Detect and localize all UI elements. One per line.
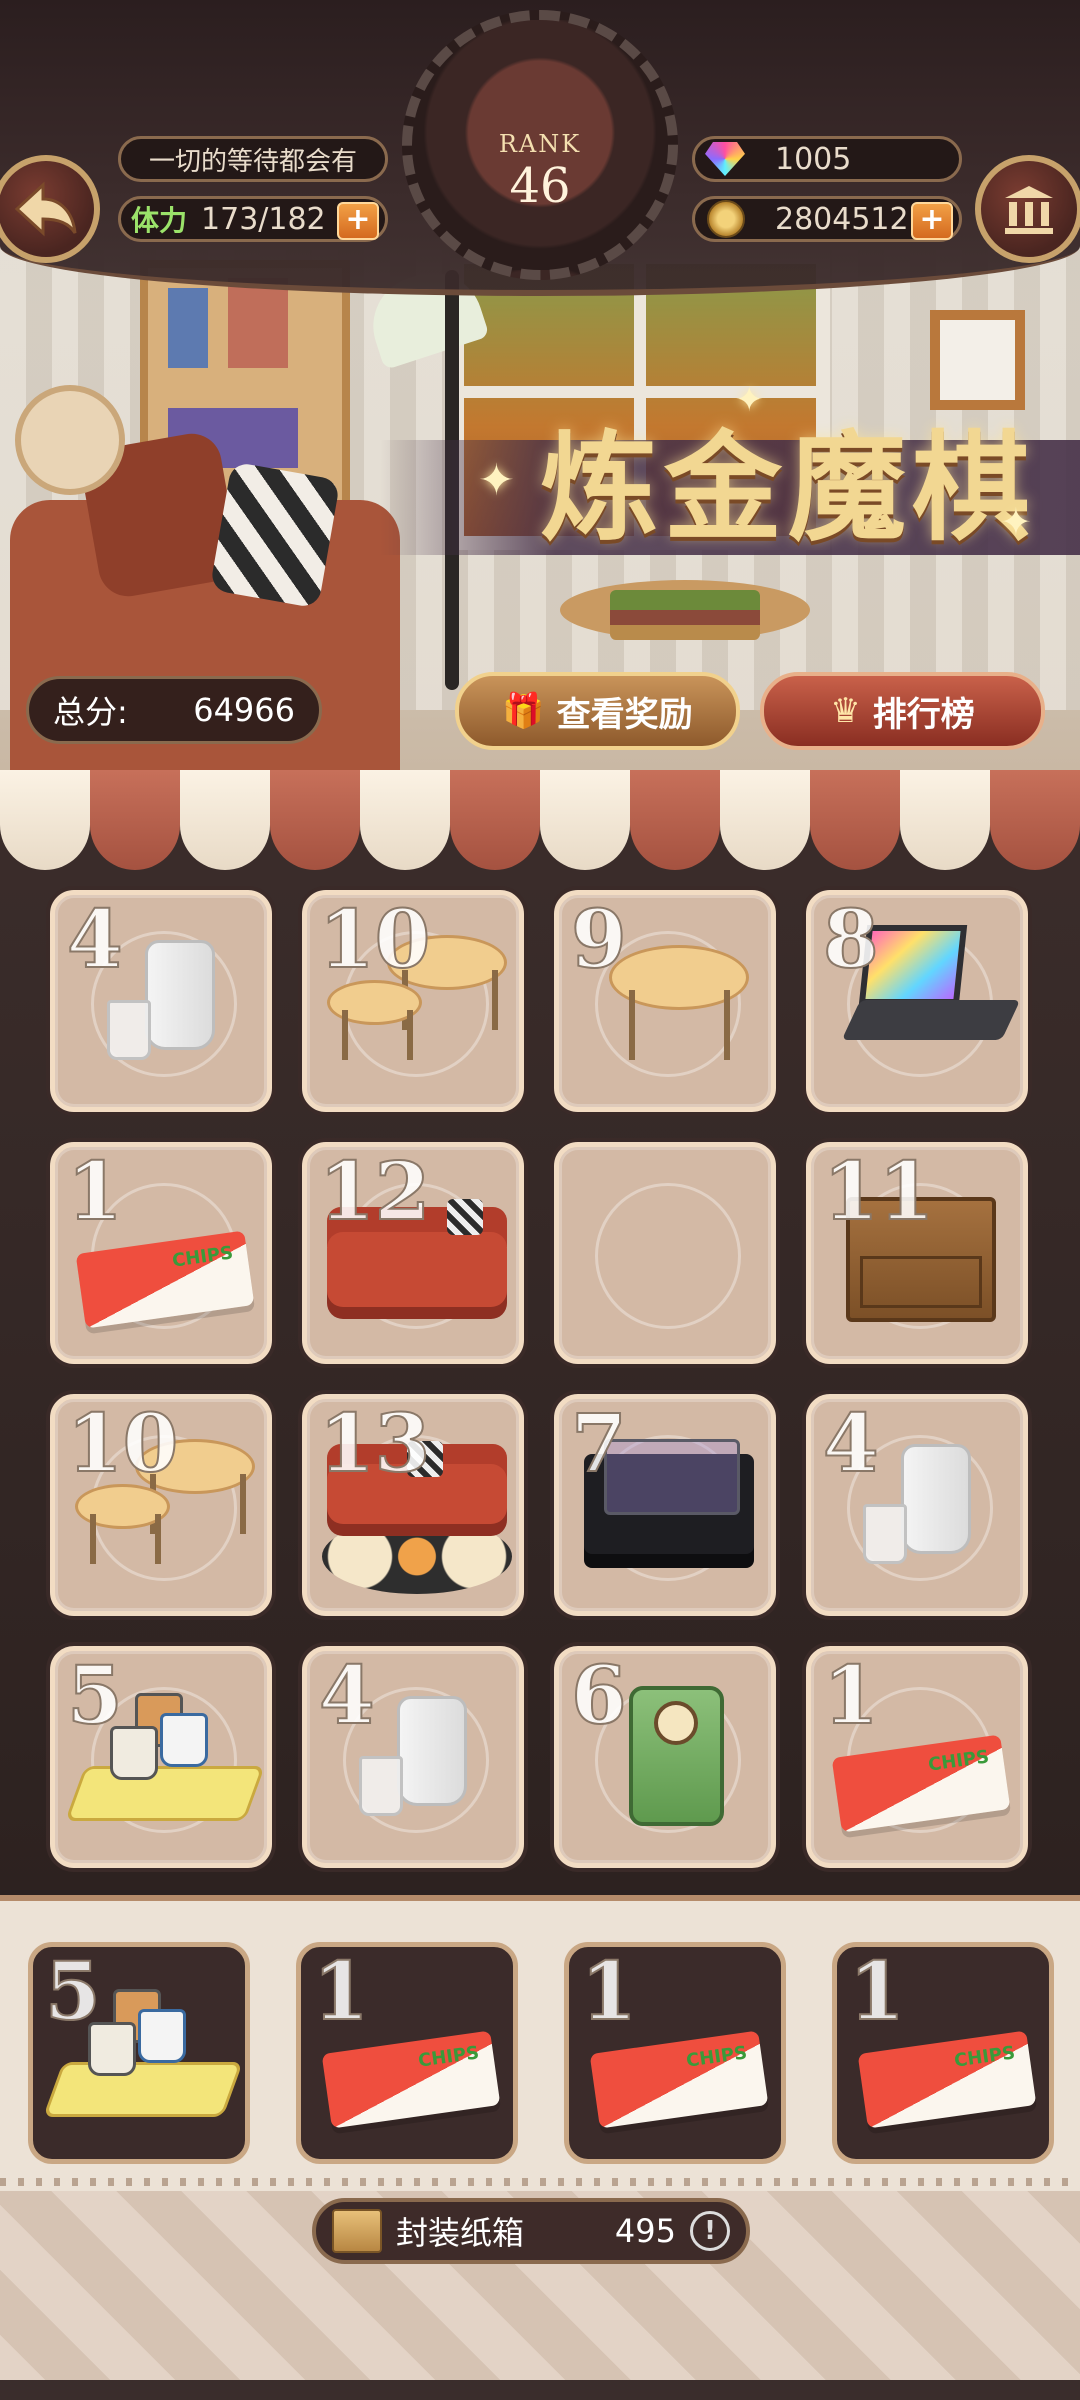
bank-icon (1005, 186, 1053, 234)
board-cell-wooden-cabinet[interactable]: 11 (806, 1142, 1028, 1364)
chips-text: CHIPS (416, 2042, 481, 2072)
cardboard-box-icon (332, 2209, 382, 2253)
board-cell-red-sofa[interactable]: 12 (302, 1142, 524, 1364)
tray-slot-chips-bag[interactable]: CHIPS 1 (296, 1942, 518, 2164)
total-score: 总分: 64966 (26, 676, 322, 744)
tray-slot-mug-tray[interactable]: 5 (28, 1942, 250, 2164)
glass-art (359, 1756, 403, 1816)
game-title: 炼金魔棋 (540, 418, 1037, 557)
divider (0, 2178, 1080, 2186)
gift-icon: 🎁 (502, 691, 545, 731)
bank-button[interactable] (975, 155, 1080, 263)
book-stack (610, 590, 760, 640)
chips-text: CHIPS (684, 2042, 749, 2072)
awning (0, 770, 1080, 870)
chips-text: CHIPS (952, 2042, 1017, 2072)
board-cell-laptop[interactable]: 8 (806, 890, 1028, 1112)
info-icon[interactable]: ! (690, 2211, 730, 2251)
gem-counter: 1005 (692, 136, 962, 182)
horn-ornament (15, 385, 125, 495)
item-level: 6 (570, 1648, 628, 1742)
back-arrow-icon (14, 181, 77, 237)
item-level: 11 (822, 1144, 935, 1238)
tray-slot-chips-bag[interactable]: CHIPS 1 (832, 1942, 1054, 2164)
item-level: 1 (312, 1944, 370, 2038)
glass-art (107, 1000, 151, 1060)
glass-art (863, 1504, 907, 1564)
pitcher-art (901, 1444, 971, 1554)
motto-text: 一切的等待都会有 (148, 146, 357, 177)
item-level: 10 (66, 1396, 179, 1490)
item-level: 1 (848, 1944, 906, 2038)
stamina-counter: 体力 173/182 + (118, 196, 388, 242)
rank-label: RANK (498, 130, 582, 158)
coin-icon (707, 200, 745, 238)
board-cell-coffee-machine[interactable]: 6 (554, 1646, 776, 1868)
item-level: 5 (44, 1944, 102, 2038)
item-level: 4 (318, 1648, 376, 1742)
sparkle-icon: ✦ (478, 455, 515, 506)
leaderboard-button[interactable]: ♛ 排行榜 (760, 672, 1045, 750)
item-level: 12 (318, 1144, 431, 1238)
view-rewards-button[interactable]: 🎁 查看奖励 (455, 672, 740, 750)
stamina-value: 173/182 (201, 201, 326, 237)
item-level: 4 (822, 1396, 880, 1490)
board-cell-nesting-tables[interactable]: 10 (302, 890, 524, 1112)
gold-counter: 2804512 + (692, 196, 962, 242)
packing-box-counter[interactable]: 封装纸箱 495 ! (312, 2198, 750, 2264)
motto-banner: 一切的等待都会有 (118, 136, 388, 182)
stamina-label: 体力 (131, 204, 188, 237)
add-stamina-button[interactable]: + (337, 202, 379, 240)
leaderboard-label: 排行榜 (872, 694, 975, 735)
board-cell-mug-tray[interactable]: 5 (50, 1646, 272, 1868)
item-level: 5 (66, 1648, 124, 1742)
tray-slot-chips-bag[interactable]: CHIPS 1 (564, 1942, 786, 2164)
item-level: 4 (66, 892, 124, 986)
sparkle-icon: ✦ (1000, 500, 1032, 544)
item-level: 9 (570, 892, 628, 986)
box-count: 495 (614, 2212, 676, 2250)
bottom-edge (0, 2380, 1080, 2400)
gem-icon (705, 142, 745, 176)
top-bar: RANK 46 一切的等待都会有 体力 173/182 + 1005 28045… (0, 0, 1080, 300)
board-cell-side-table[interactable]: 9 (554, 890, 776, 1112)
item-level: 8 (822, 892, 880, 986)
item-level: 1 (822, 1648, 880, 1742)
board-cell-water-pitcher[interactable]: 4 (806, 1394, 1028, 1616)
score-value: 64966 (193, 691, 295, 729)
pitcher-art (145, 940, 215, 1050)
checkered-pillow (209, 461, 341, 609)
board-cell-chips-bag[interactable]: CHIPS 1 (806, 1646, 1028, 1868)
sparkle-icon: ✦ (735, 380, 764, 420)
board-cell-chips-bag[interactable]: CHIPS 1 (50, 1142, 272, 1364)
box-label: 封装纸箱 (396, 2214, 525, 2252)
item-level: 13 (318, 1396, 431, 1490)
view-rewards-label: 查看奖励 (556, 694, 693, 735)
add-gold-button[interactable]: + (911, 202, 953, 240)
item-level: 7 (570, 1396, 628, 1490)
board-cell-nesting-tables[interactable]: 10 (50, 1394, 272, 1616)
score-label: 总分: (53, 693, 128, 731)
item-level: 1 (580, 1944, 638, 2038)
board-cell-empty[interactable] (554, 1142, 776, 1364)
board-cell-water-pitcher[interactable]: 4 (302, 1646, 524, 1868)
item-level: 1 (66, 1144, 124, 1238)
chips-text: CHIPS (170, 1242, 235, 1272)
item-level: 10 (318, 892, 431, 986)
podium-icon: ♛ (830, 691, 861, 731)
rank-value: 46 (509, 158, 571, 214)
gem-value: 1005 (775, 141, 852, 177)
gold-value: 2804512 (775, 201, 909, 237)
board-cell-water-pitcher[interactable]: 4 (50, 890, 272, 1112)
pitcher-art (397, 1696, 467, 1806)
board-cell-turntable[interactable]: 7 (554, 1394, 776, 1616)
chips-text: CHIPS (926, 1746, 991, 1776)
board-cell-sofa-with-rug[interactable]: 13 (302, 1394, 524, 1616)
